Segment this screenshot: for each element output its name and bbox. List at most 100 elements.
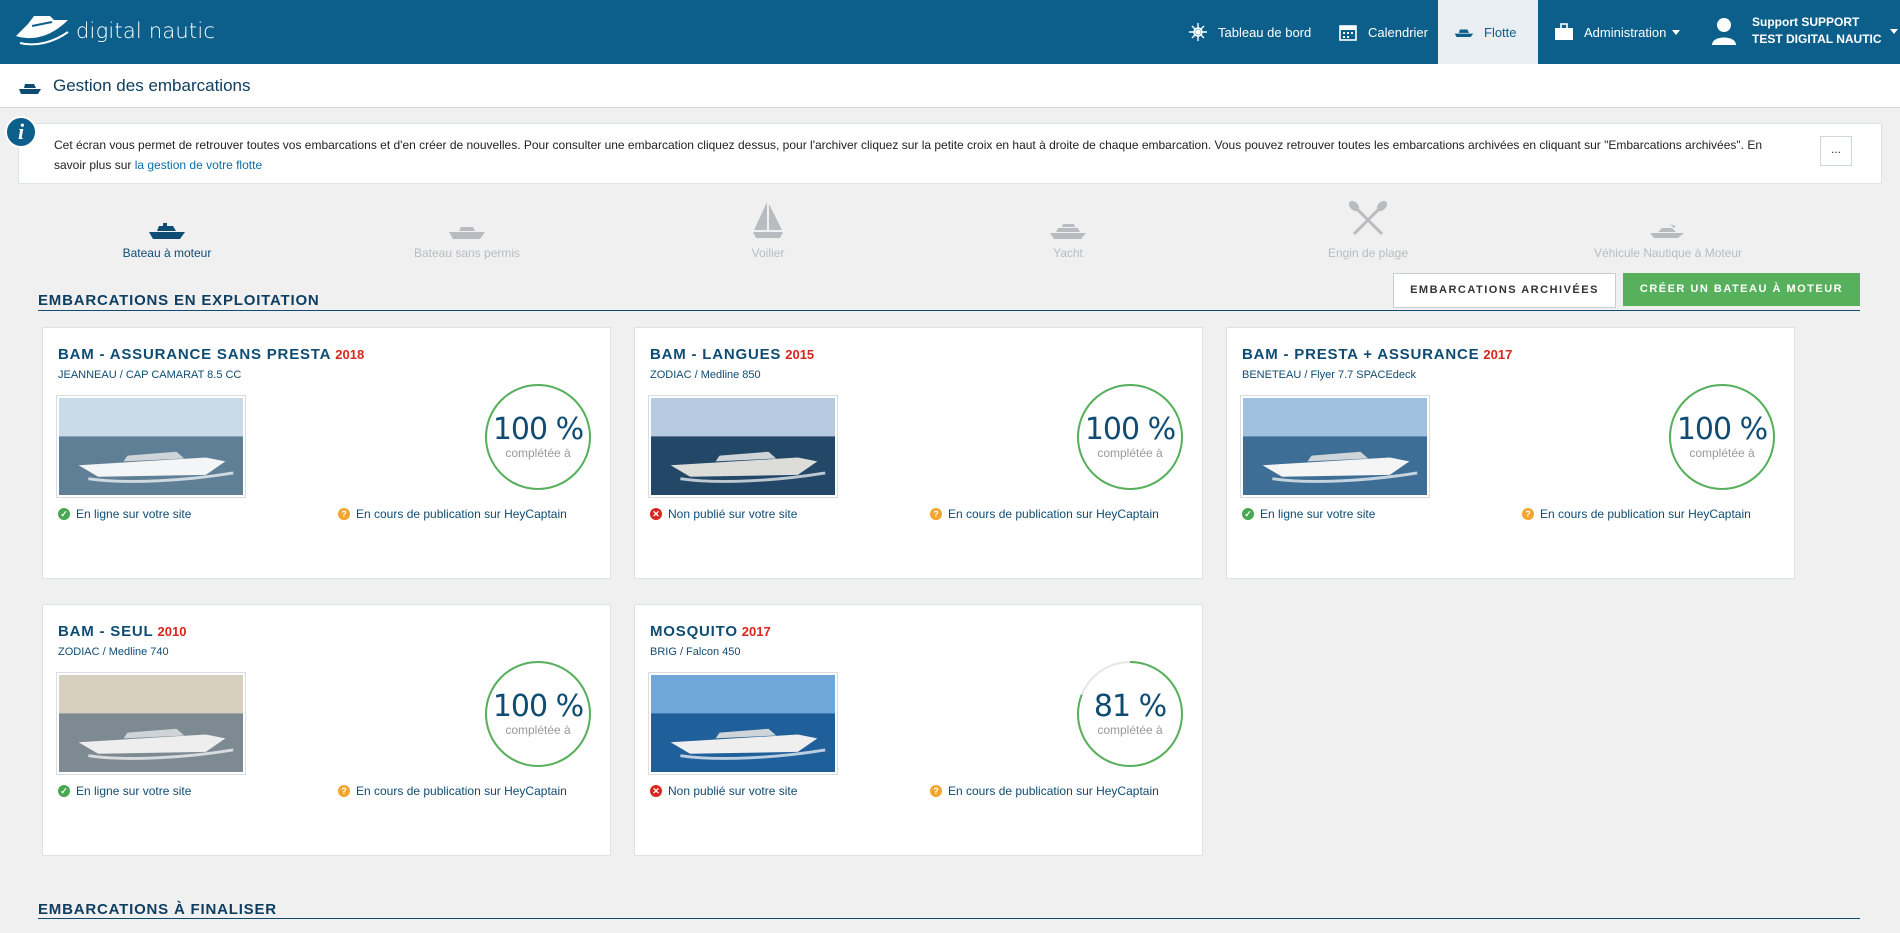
tab-label: Bateau à moteur xyxy=(122,246,212,260)
boat-photo xyxy=(649,673,837,774)
heycaptain-status: ? En cours de publication sur HeyCaptain xyxy=(930,507,1159,521)
site-status: ✕ Non publié sur votre site xyxy=(650,507,797,521)
boat-model: ZODIAC / Medline 740 xyxy=(58,646,169,658)
small-boat-icon xyxy=(449,227,485,239)
boat-year: 2015 xyxy=(785,347,815,362)
tab-engin-de-plage[interactable]: Engin de plage xyxy=(1268,192,1468,260)
boat-photo xyxy=(57,396,245,497)
completion-gauge: 100 % complétée à xyxy=(1075,382,1185,492)
completion-value: 100 % xyxy=(1676,412,1768,447)
site-status-text: Non publié sur votre site xyxy=(668,784,798,798)
compass-icon xyxy=(1188,22,1208,42)
site-status: ✕ Non publié sur votre site xyxy=(650,784,797,798)
paddles-icon xyxy=(1348,200,1388,236)
section-divider xyxy=(38,918,1860,919)
tab-bateau-sans-permis[interactable]: Bateau sans permis xyxy=(367,192,567,260)
check-circle-icon: ✓ xyxy=(58,785,70,797)
fleet-help-link[interactable]: la gestion de votre flotte xyxy=(135,158,262,172)
boat-card[interactable]: BAM - PRESTA + ASSURANCE 2017 BENETEAU / … xyxy=(1226,327,1795,579)
create-motorboat-button[interactable]: CRÉER UN BATEAU À MOTEUR xyxy=(1623,273,1860,306)
more-button[interactable]: ... xyxy=(1820,136,1852,166)
heycaptain-status: ? En cours de publication sur HeyCaptain xyxy=(338,784,567,798)
boat-photo xyxy=(649,396,837,497)
page-header: Gestion des embarcations xyxy=(0,64,1900,108)
check-circle-icon: ✓ xyxy=(1242,508,1254,520)
cross-circle-icon: ✕ xyxy=(650,785,662,797)
completion-label: complétée à xyxy=(505,723,571,737)
boat-name: BAM - PRESTA + ASSURANCE 2017 xyxy=(1242,346,1512,363)
completion-label: complétée à xyxy=(1097,723,1163,737)
tab-vehicule-nautique[interactable]: Véhicule Nautique à Moteur xyxy=(1568,192,1768,260)
completion-gauge: 81 % complétée à xyxy=(1075,659,1185,769)
completion-label: complétée à xyxy=(505,446,571,460)
boat-name-text: BAM - SEUL xyxy=(58,623,154,640)
section-title-finaliser: Embarcations à finaliser xyxy=(38,901,277,918)
app-logo[interactable]: digital nautic xyxy=(14,14,215,48)
question-circle-icon: ? xyxy=(930,508,942,520)
boat-card[interactable]: BAM - ASSURANCE SANS PRESTA 2018 JEANNEAU… xyxy=(42,327,611,579)
completion-value: 100 % xyxy=(1084,412,1176,447)
info-description: Cet écran vous permet de retrouver toute… xyxy=(54,138,1763,172)
boat-model: BRIG / Falcon 450 xyxy=(650,646,741,658)
user-menu[interactable]: Support SUPPORT TEST DIGITAL NAUTIC xyxy=(1710,14,1898,48)
nav-dashboard[interactable]: Tableau de bord xyxy=(1172,0,1327,64)
boat-year: 2017 xyxy=(1483,347,1513,362)
nav-fleet-label: Flotte xyxy=(1484,24,1517,40)
top-navbar: digital nautic Tableau de bord Calendrie… xyxy=(0,0,1900,64)
app-name: digital nautic xyxy=(76,19,216,43)
boat-name-text: BAM - LANGUES xyxy=(650,346,782,363)
site-status: ✓ En ligne sur votre site xyxy=(1242,507,1375,521)
jetski-icon xyxy=(1650,224,1684,238)
nav-calendar-label: Calendrier xyxy=(1368,24,1428,40)
boat-model: ZODIAC / Medline 850 xyxy=(650,369,761,381)
nav-administration-label: Administration xyxy=(1584,24,1667,40)
user-company: TEST DIGITAL NAUTIC xyxy=(1752,32,1882,46)
nav-administration[interactable]: Administration xyxy=(1538,0,1696,64)
tab-voilier[interactable]: Voilier xyxy=(668,192,868,260)
heycaptain-status: ? En cours de publication sur HeyCaptain xyxy=(1522,507,1751,521)
completion-gauge: 100 % complétée à xyxy=(483,382,593,492)
info-icon: i xyxy=(5,116,37,148)
user-name: Support SUPPORT xyxy=(1752,15,1860,29)
boat-photo xyxy=(1241,396,1429,497)
tab-yacht[interactable]: Yacht xyxy=(968,192,1168,260)
section-divider xyxy=(38,310,1860,311)
boat-icon xyxy=(1454,22,1474,42)
site-status-text: En ligne sur votre site xyxy=(1260,507,1376,521)
boat-card[interactable]: MOSQUITO 2017 BRIG / Falcon 450 81 % com… xyxy=(634,604,1203,856)
completion-value: 100 % xyxy=(492,689,584,724)
caret-down-icon xyxy=(1889,28,1898,34)
tab-bateau-moteur[interactable]: Bateau à moteur xyxy=(67,192,267,260)
nav-dashboard-label: Tableau de bord xyxy=(1218,24,1312,40)
tab-label: Yacht xyxy=(1053,246,1083,260)
sailboat-icon xyxy=(753,202,783,238)
question-circle-icon: ? xyxy=(338,785,350,797)
boat-card[interactable]: BAM - LANGUES 2015 ZODIAC / Medline 850 1… xyxy=(634,327,1203,579)
archived-boats-button[interactable]: EMBARCATIONS ARCHIVÉES xyxy=(1393,273,1616,308)
completion-value: 81 % xyxy=(1093,689,1167,724)
nav-calendar[interactable]: Calendrier xyxy=(1322,0,1444,64)
boat-photo xyxy=(57,673,245,774)
boat-icon xyxy=(19,84,41,94)
heycaptain-status-text: En cours de publication sur HeyCaptain xyxy=(1540,507,1751,521)
question-circle-icon: ? xyxy=(930,785,942,797)
boat-name-text: BAM - PRESTA + ASSURANCE xyxy=(1242,346,1480,363)
heycaptain-status: ? En cours de publication sur HeyCaptain xyxy=(338,507,567,521)
motorboat-icon xyxy=(149,223,185,239)
caret-down-icon xyxy=(1672,29,1681,35)
nav-fleet[interactable]: Flotte xyxy=(1438,0,1538,64)
heycaptain-status-text: En cours de publication sur HeyCaptain xyxy=(948,507,1159,521)
user-icon xyxy=(1710,16,1738,46)
page-title: Gestion des embarcations xyxy=(53,76,251,95)
cross-circle-icon: ✕ xyxy=(650,508,662,520)
boat-name: BAM - LANGUES 2015 xyxy=(650,346,814,363)
site-status: ✓ En ligne sur votre site xyxy=(58,784,191,798)
heycaptain-status: ? En cours de publication sur HeyCaptain xyxy=(930,784,1159,798)
boat-model: BENETEAU / Flyer 7.7 SPACEdeck xyxy=(1242,369,1417,381)
boat-year: 2010 xyxy=(157,624,187,639)
info-box: Cet écran vous permet de retrouver toute… xyxy=(18,123,1882,184)
boat-card[interactable]: BAM - SEUL 2010 ZODIAC / Medline 740 100 … xyxy=(42,604,611,856)
boat-logo-icon xyxy=(16,16,69,46)
section-title-exploitation: Embarcations en exploitation xyxy=(38,292,320,309)
info-text: Cet écran vous permet de retrouver toute… xyxy=(54,135,1774,175)
